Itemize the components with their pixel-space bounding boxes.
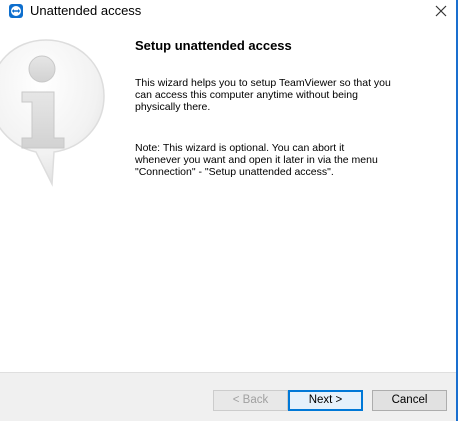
back-button[interactable]: < Back [213,390,288,411]
intro-text: This wizard helps you to setup TeamViewe… [135,77,391,113]
close-icon [435,5,447,17]
wizard-window: Unattended access Setup unattended acces… [0,0,458,421]
close-button[interactable] [424,0,458,22]
window-title: Unattended access [30,3,142,18]
title-bar[interactable]: Unattended access [0,0,458,22]
cancel-button[interactable]: Cancel [372,390,447,411]
next-button[interactable]: Next > [288,390,363,411]
info-speech-bubble-icon [0,34,106,190]
note-text: Note: This wizard is optional. You can a… [135,142,378,178]
teamviewer-icon [9,4,23,18]
wizard-heading: Setup unattended access [135,38,292,53]
